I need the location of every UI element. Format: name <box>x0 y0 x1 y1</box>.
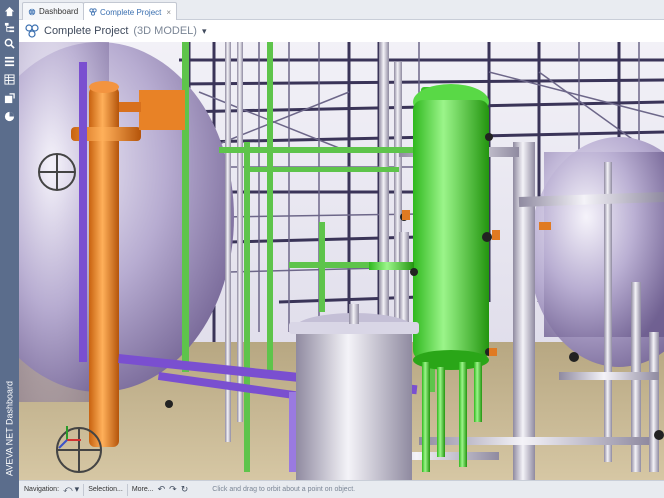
tab-label: Dashboard <box>39 7 79 16</box>
toolbar-divider <box>126 483 128 496</box>
app-window: AVEVA NET Dashboard Dashboard Complete P… <box>0 0 664 498</box>
3d-model-scene[interactable] <box>19 42 664 480</box>
3d-viewport[interactable] <box>19 42 664 480</box>
pie-chart-icon[interactable] <box>4 111 15 122</box>
navigation-mode-button[interactable]: ⤺ ▾ <box>63 484 79 495</box>
view-header: Complete Project (3D MODEL) ▾ <box>19 20 664 42</box>
model-icon <box>25 24 39 38</box>
orbit-icon: ⤺ <box>63 484 73 494</box>
chevron-down-icon[interactable]: ▾ <box>202 26 207 37</box>
model-icon <box>89 8 97 16</box>
toolbar-divider <box>83 483 85 496</box>
hierarchy-icon[interactable] <box>4 22 15 33</box>
list-icon[interactable] <box>4 56 15 67</box>
undo-icon[interactable]: ↶ <box>158 484 166 495</box>
page-subtitle: (3D MODEL) <box>133 25 197 37</box>
redo-icon[interactable]: ↷ <box>169 484 177 495</box>
reset-view-icon[interactable]: ↻ <box>181 484 189 495</box>
status-hint: Click and drag to orbit about a point on… <box>212 486 356 493</box>
search-icon[interactable] <box>4 38 15 49</box>
chevron-down-icon: ▾ <box>74 484 80 494</box>
navigation-label: Navigation: <box>24 486 60 493</box>
tab-strip: Dashboard Complete Project × <box>19 0 664 21</box>
export-icon[interactable] <box>4 93 15 104</box>
left-rail: AVEVA NET Dashboard <box>0 0 19 498</box>
tab-label: Complete Project <box>100 7 162 17</box>
tab-complete-project[interactable]: Complete Project × <box>83 2 178 21</box>
viewer-toolbar: Navigation: ⤺ ▾ Selection... More... ↶ ↷… <box>19 480 664 498</box>
tab-dashboard[interactable]: Dashboard <box>22 2 85 20</box>
table-icon[interactable] <box>4 74 15 85</box>
close-icon[interactable]: × <box>166 8 171 17</box>
home-icon[interactable] <box>4 6 15 17</box>
page-title: Complete Project <box>44 25 129 37</box>
more-button[interactable]: More... <box>132 486 154 493</box>
app-name-label: AVEVA NET Dashboard <box>4 380 15 476</box>
globe-icon <box>28 8 36 15</box>
selection-button[interactable]: Selection... <box>88 486 123 493</box>
